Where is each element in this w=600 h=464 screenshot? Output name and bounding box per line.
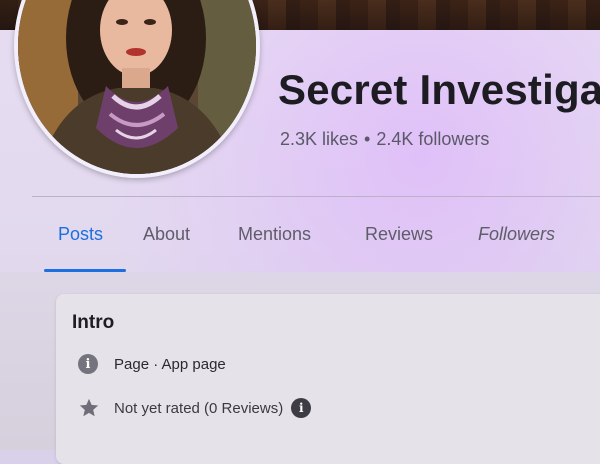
rating-info-icon[interactable]: i bbox=[291, 398, 312, 418]
tab-followers[interactable]: Followers bbox=[478, 224, 555, 245]
info-icon: i bbox=[78, 354, 98, 374]
followers-count[interactable]: 2.4K followers bbox=[376, 129, 489, 149]
tab-reviews[interactable]: Reviews bbox=[365, 224, 433, 245]
page-category-text: Page · App page bbox=[114, 355, 226, 373]
page-stats: 2.3K likes • 2.4K followers bbox=[280, 129, 489, 150]
intro-card bbox=[56, 294, 600, 464]
tab-about[interactable]: About bbox=[143, 224, 190, 245]
star-icon bbox=[79, 398, 99, 417]
tab-posts[interactable]: Posts bbox=[58, 224, 103, 245]
page-category-row: i Page · App page bbox=[78, 354, 226, 374]
tab-mentions[interactable]: Mentions bbox=[238, 224, 311, 245]
page-title: Secret Investiga bbox=[278, 66, 600, 113]
header-divider bbox=[32, 196, 600, 197]
rating-text: Not yet rated (0 Reviews) bbox=[114, 399, 284, 417]
rating-row: Not yet rated (0 Reviews) i bbox=[78, 397, 312, 419]
likes-count[interactable]: 2.3K likes bbox=[280, 129, 358, 149]
stats-separator: • bbox=[364, 129, 371, 149]
profile-tabs: Posts About Mentions Reviews Followers bbox=[0, 200, 600, 272]
intro-heading: Intro bbox=[72, 312, 115, 333]
